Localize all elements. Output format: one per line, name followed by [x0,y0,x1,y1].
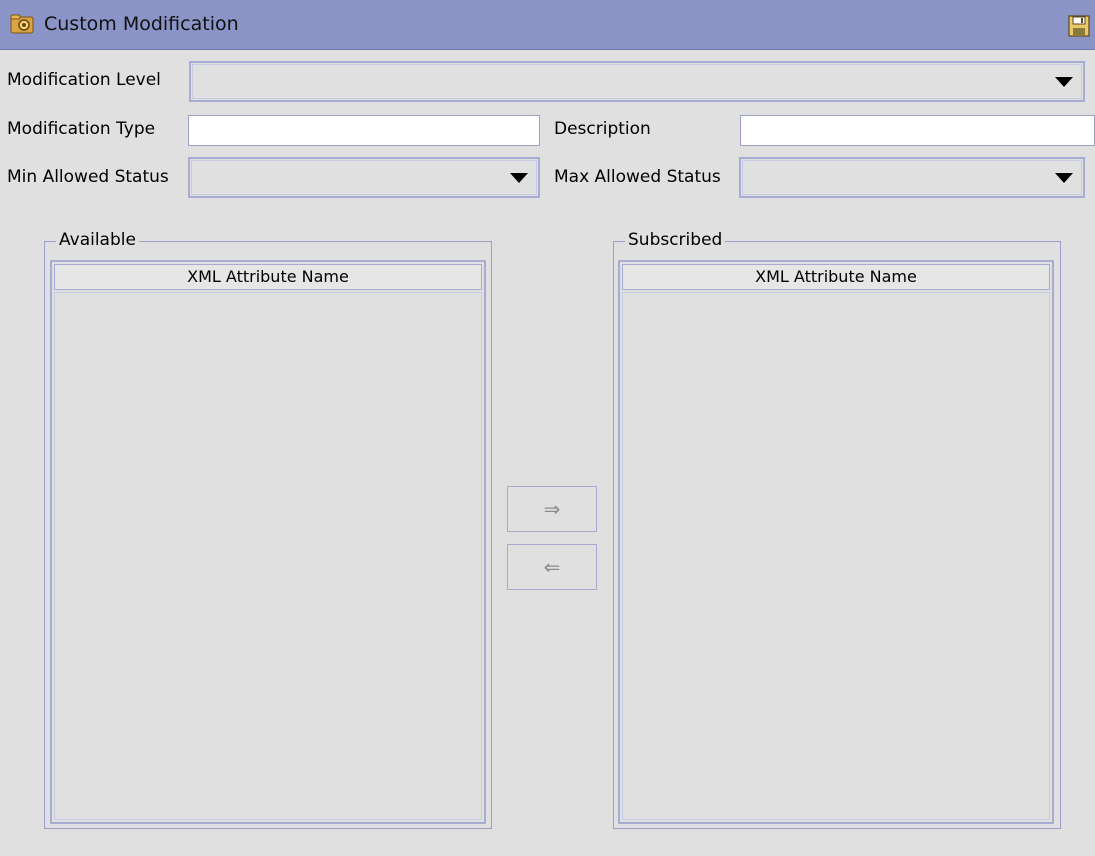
max-allowed-status-value [742,160,1082,195]
save-icon[interactable] [1068,15,1090,37]
move-right-button[interactable]: ⇒ [507,486,597,532]
subscribed-group-title: Subscribed [625,230,726,250]
modification-type-input[interactable] [188,115,540,146]
modification-level-label: Modification Level [7,70,161,90]
max-allowed-status-label: Max Allowed Status [554,167,721,187]
subscribed-list-body[interactable] [622,292,1050,820]
window-title: Custom Modification [44,13,239,35]
arrow-left-icon: ⇐ [543,555,561,579]
chevron-down-icon [1055,172,1073,183]
min-allowed-status-value [191,160,537,195]
available-list[interactable]: XML Attribute Name [50,260,486,824]
available-group-title: Available [56,230,139,250]
modification-type-label: Modification Type [7,119,156,139]
gear-folder-icon [10,12,34,36]
max-allowed-status-dropdown[interactable] [739,157,1085,198]
modification-level-value [192,64,1082,99]
description-label: Description [554,119,651,139]
modification-level-dropdown[interactable] [189,61,1085,102]
chevron-down-icon [1055,76,1073,87]
available-list-body[interactable] [54,292,482,820]
title-bar: Custom Modification [0,0,1095,50]
subscribed-column-header[interactable]: XML Attribute Name [622,264,1050,290]
min-allowed-status-label: Min Allowed Status [7,167,169,187]
subscribed-list[interactable]: XML Attribute Name [618,260,1054,824]
arrow-right-icon: ⇒ [543,497,561,521]
move-left-button[interactable]: ⇐ [507,544,597,590]
chevron-down-icon [510,172,528,183]
available-column-header[interactable]: XML Attribute Name [54,264,482,290]
description-input[interactable] [740,115,1095,146]
min-allowed-status-dropdown[interactable] [188,157,540,198]
